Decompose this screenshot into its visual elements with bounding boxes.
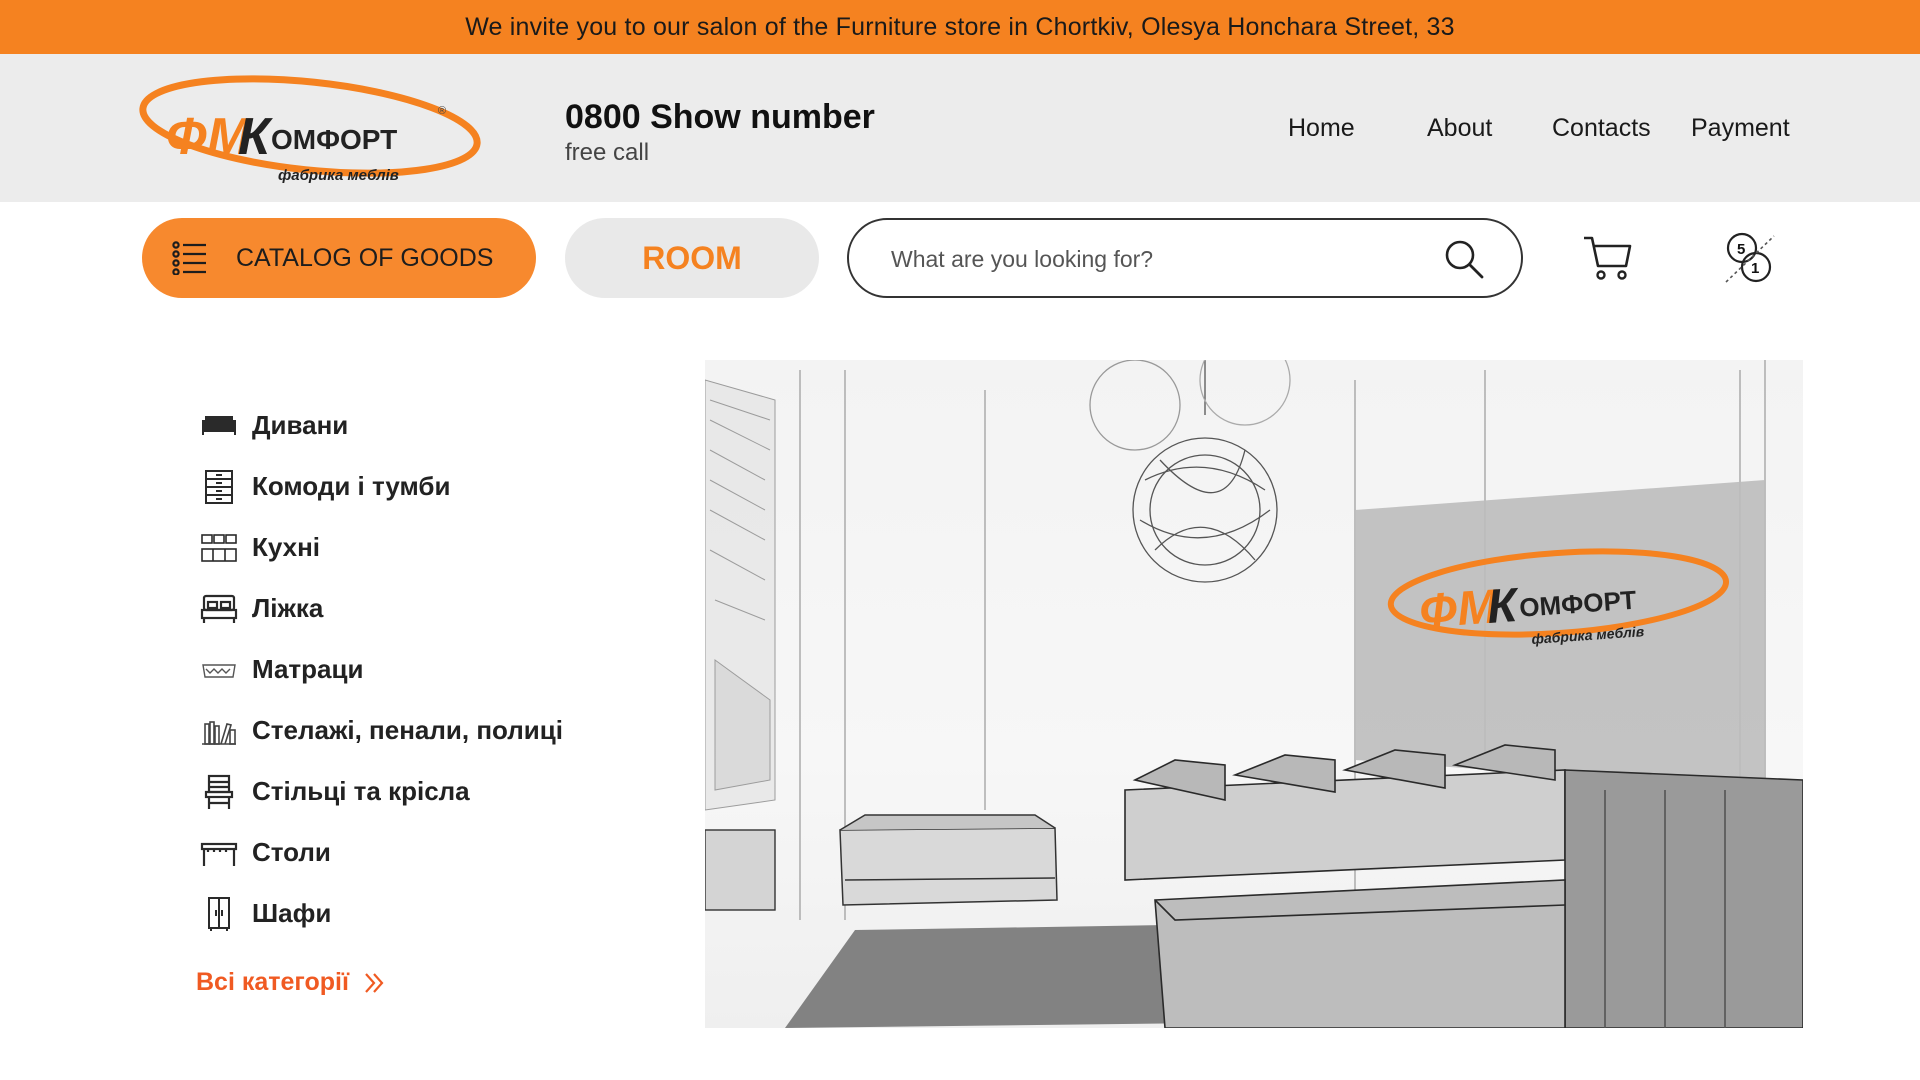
hero-banner[interactable]: ФМ К ОМФОРТ фабрика меблів [705,360,1803,1028]
interior-sketch-image: ФМ К ОМФОРТ фабрика меблів [705,360,1803,1028]
category-item[interactable]: Шафи [200,883,563,944]
category-label: Кухні [252,532,321,562]
bed-icon [200,594,238,623]
svg-text:фабрика меблів: фабрика меблів [278,167,399,184]
room-label: ROOM [642,239,742,276]
mattress-icon [202,663,236,678]
nav-payment[interactable]: Payment [1691,114,1790,143]
nav-about[interactable]: About [1427,114,1492,143]
category-label: Столи [252,837,331,867]
wardrobe-icon [208,896,230,931]
svg-text:ОМФОРТ: ОМФОРТ [271,124,397,155]
catalog-button[interactable]: CATALOG OF GOODS [142,218,536,298]
category-label: Шафи [252,898,332,928]
category-label: Комоди і тумби [252,471,451,501]
cart-icon[interactable] [1582,232,1634,284]
site-header: ФМ К ОМФОРТ фабрика меблів ® 0800 Show n… [0,54,1920,202]
category-item[interactable]: Комоди і тумби [200,456,563,517]
search-box [847,218,1523,298]
category-label: Дивани [252,410,349,440]
phone-note: free call [565,139,650,166]
nav-contacts[interactable]: Contacts [1552,114,1651,143]
category-item[interactable]: Ліжка [200,578,563,639]
svg-text:®: ® [438,105,446,117]
phone-block: 0800 Show number free call [565,98,875,167]
all-categories-label: Всі категорії [196,968,350,996]
brand-logo[interactable]: ФМ К ОМФОРТ фабрика меблів ® [138,68,483,188]
dresser-icon [205,469,233,504]
category-item[interactable]: Стелажі, пенали, полиці [200,700,563,761]
category-item[interactable]: Столи [200,822,563,883]
category-item[interactable]: Матраци [200,639,563,700]
kitchen-icon [201,533,237,562]
table-icon [200,842,238,866]
category-label: Ліжка [252,593,324,623]
category-item[interactable]: Стільці та крісла [200,761,563,822]
catalog-label: CATALOG OF GOODS [236,243,494,272]
chair-icon [204,774,234,809]
phone-number[interactable]: 0800 Show number [565,98,875,137]
sofa-icon [202,415,236,435]
search-icon[interactable] [1443,238,1485,280]
category-label: Матраци [252,654,364,684]
toolbar: CATALOG OF GOODS ROOM 5 1 [0,218,1920,298]
svg-text:К: К [238,108,273,166]
compare-icon[interactable]: 5 1 [1720,230,1778,288]
category-label: Стільці та крісла [252,776,470,806]
shelf-icon [202,720,236,745]
search-input[interactable] [891,240,1411,278]
room-button[interactable]: ROOM [565,218,819,298]
all-categories-link[interactable]: Всі категорії [196,968,385,997]
category-list: Дивани Комоди і тумби Кухні Ліжка Матрац… [200,395,563,944]
announcement-text: We invite you to our salon of the Furnit… [465,12,1455,41]
double-chevron-right-icon [365,972,384,993]
category-item[interactable]: Кухні [200,517,563,578]
category-item[interactable]: Дивани [200,395,563,456]
nav-home[interactable]: Home [1288,114,1355,143]
compare-bottom-count: 1 [1751,260,1759,277]
compare-top-count: 5 [1737,241,1745,258]
announcement-bar: We invite you to our salon of the Furnit… [0,0,1920,54]
list-icon [172,241,206,275]
category-label: Стелажі, пенали, полиці [252,715,563,745]
